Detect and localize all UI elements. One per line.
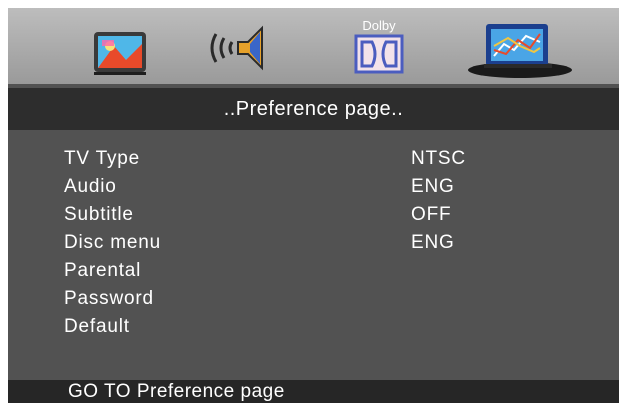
subtitle-value: OFF (411, 204, 452, 225)
page-title: ..Preference page.. (8, 88, 619, 130)
tv-type-value: NTSC (411, 148, 466, 169)
menu-item-password[interactable]: Password (64, 285, 161, 313)
dolby-icon: Dolby (354, 18, 404, 74)
speaker-icon (210, 25, 263, 71)
menu-item-parental[interactable]: Parental (64, 257, 161, 285)
menu-item-tv-type[interactable]: TV Type (64, 145, 161, 173)
tab-dolby-setup[interactable]: Dolby (344, 16, 414, 80)
tab-audio-setup[interactable] (202, 16, 280, 80)
menu-item-default[interactable]: Default (64, 313, 161, 341)
status-bar: GO TO Preference page (8, 380, 619, 403)
monitor-chart-icon (468, 24, 572, 78)
disc-menu-value: ENG (411, 232, 455, 253)
dolby-label: Dolby (362, 18, 396, 33)
preference-menu: TV Type Audio Subtitle Disc menu Parenta… (64, 145, 161, 341)
setup-tab-bar: Dolby (8, 8, 619, 84)
osd-screen: Dolby ..Preference page.. TV Type Audio … (8, 8, 619, 403)
menu-item-disc-menu[interactable]: Disc menu (64, 229, 161, 257)
menu-item-audio[interactable]: Audio (64, 173, 161, 201)
menu-item-subtitle[interactable]: Subtitle (64, 201, 161, 229)
tab-general-setup[interactable] (86, 16, 158, 80)
audio-value: ENG (411, 176, 455, 197)
tab-preference-setup[interactable] (464, 16, 576, 80)
tv-picture-icon (94, 32, 146, 75)
